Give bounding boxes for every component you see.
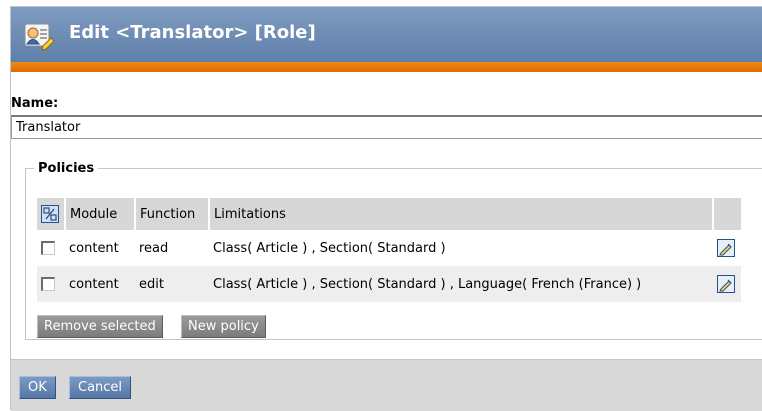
- footer-bar: OK Cancel: [11, 359, 762, 411]
- edit-role-window: Edit <Translator> [Role] Name: Policies: [10, 6, 762, 411]
- name-label: Name:: [11, 96, 59, 111]
- role-edit-icon: [24, 23, 55, 51]
- cell-function: edit: [135, 266, 209, 302]
- policies-fieldset: Policies Module Function Limitations con…: [25, 161, 762, 340]
- cell-function: read: [139, 240, 169, 256]
- cell-limitations: Class( Article ) , Section( Standard ) ,…: [209, 266, 713, 302]
- row-edit-cell: [713, 266, 741, 302]
- page-title: Edit <Translator> [Role]: [69, 22, 316, 43]
- remove-selected-button[interactable]: Remove selected: [37, 315, 163, 338]
- table-row: content edit Class( Article ) , Section(…: [37, 266, 741, 302]
- table-header-row: Module Function Limitations: [37, 198, 741, 230]
- row-select-cell: [37, 230, 65, 266]
- policies-table: Module Function Limitations content read…: [37, 198, 741, 302]
- table-row: content read Class( Article ) , Section(…: [37, 230, 741, 266]
- row-checkbox[interactable]: [41, 241, 55, 255]
- cell-module: content: [65, 266, 135, 302]
- cancel-button[interactable]: Cancel: [69, 376, 132, 399]
- row-edit-cell: [713, 230, 741, 266]
- title-bar: Edit <Translator> [Role]: [11, 7, 762, 62]
- content-area: Name: Policies Module: [11, 72, 762, 365]
- column-header-module: Module: [65, 198, 136, 230]
- column-header-function: Function: [135, 198, 210, 230]
- column-header-edit: [713, 198, 741, 230]
- row-checkbox[interactable]: [41, 277, 55, 291]
- column-header-limitations: Limitations: [209, 198, 714, 230]
- cell-limitations: Class( Article ) , Section( Standard ): [213, 240, 446, 256]
- name-input[interactable]: [11, 115, 762, 139]
- toggle-select-cell: [37, 198, 66, 230]
- edit-icon[interactable]: [717, 275, 735, 293]
- new-policy-button[interactable]: New policy: [181, 315, 266, 338]
- policies-legend: Policies: [38, 161, 95, 176]
- accent-bar: [11, 62, 762, 72]
- cell-module: content: [69, 240, 119, 256]
- row-select-cell: [37, 266, 65, 302]
- toggle-selection-icon[interactable]: [41, 205, 59, 223]
- edit-icon[interactable]: [717, 239, 735, 257]
- ok-button[interactable]: OK: [19, 376, 56, 399]
